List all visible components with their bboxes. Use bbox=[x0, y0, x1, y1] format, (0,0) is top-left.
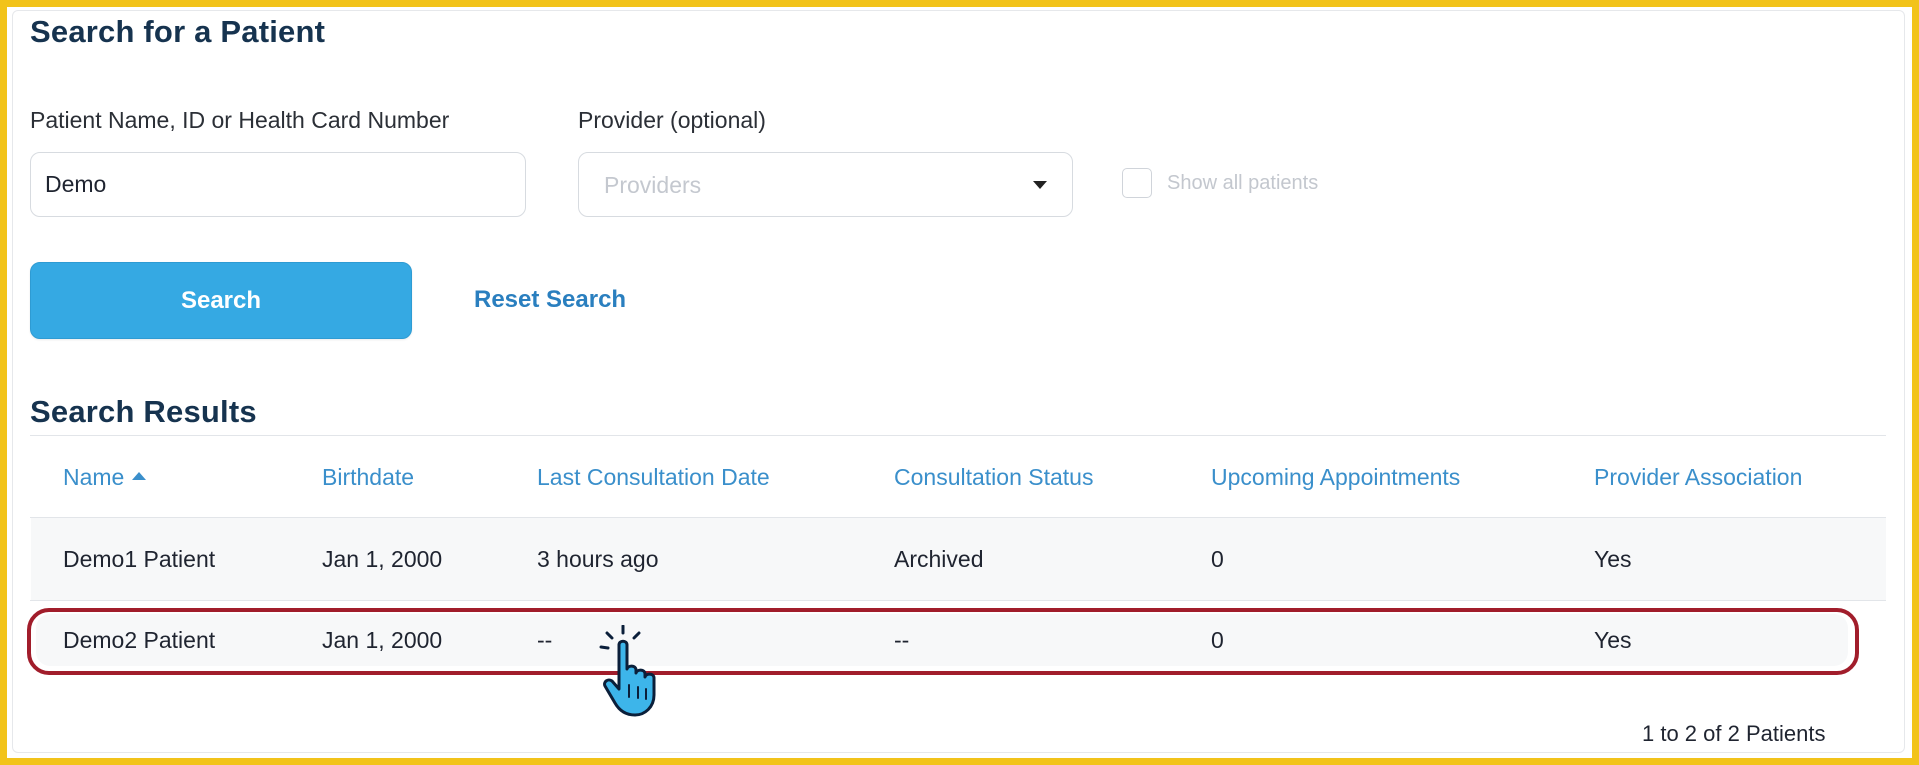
provider-field-label: Provider (optional) bbox=[578, 107, 766, 133]
column-header-upcoming-appointments[interactable]: Upcoming Appointments bbox=[1211, 464, 1460, 491]
column-header-provider-association[interactable]: Provider Association bbox=[1594, 464, 1802, 491]
results-title: Search Results bbox=[30, 394, 257, 429]
pagination-summary: 1 to 2 of 2 Patients bbox=[1642, 721, 1826, 746]
cell-last-consultation: 3 hours ago bbox=[537, 546, 659, 572]
cell-status: Archived bbox=[894, 546, 984, 572]
caret-down-icon bbox=[1033, 181, 1047, 189]
cell-name[interactable]: Demo1 Patient bbox=[63, 546, 215, 573]
column-header-birthdate[interactable]: Birthdate bbox=[322, 464, 414, 491]
column-header-consultation-status[interactable]: Consultation Status bbox=[894, 464, 1093, 491]
provider-select[interactable]: Providers bbox=[578, 152, 1073, 217]
provider-select-placeholder: Providers bbox=[604, 172, 702, 198]
results-top-divider bbox=[30, 435, 1886, 436]
cell-birthdate: Jan 1, 2000 bbox=[322, 546, 443, 572]
row-highlight-outline bbox=[27, 608, 1859, 675]
row-divider bbox=[30, 600, 1886, 601]
cell-upcoming: 0 bbox=[1211, 546, 1224, 572]
search-button[interactable]: Search bbox=[30, 262, 412, 339]
show-all-patients-label: Show all patients bbox=[1167, 172, 1319, 194]
column-header-name[interactable]: Name bbox=[63, 464, 147, 491]
hand-pointer-icon bbox=[599, 625, 656, 717]
cell-association: Yes bbox=[1594, 546, 1632, 572]
caret-up-icon bbox=[132, 471, 147, 480]
search-title: Search for a Patient bbox=[30, 14, 326, 49]
show-all-patients-checkbox[interactable] bbox=[1122, 168, 1152, 198]
column-header-name-label: Name bbox=[63, 464, 125, 490]
reset-search-link[interactable]: Reset Search bbox=[474, 286, 626, 314]
patient-search-input[interactable] bbox=[30, 152, 526, 217]
column-header-last-consultation[interactable]: Last Consultation Date bbox=[537, 464, 770, 491]
patient-field-label: Patient Name, ID or Health Card Number bbox=[30, 107, 450, 133]
